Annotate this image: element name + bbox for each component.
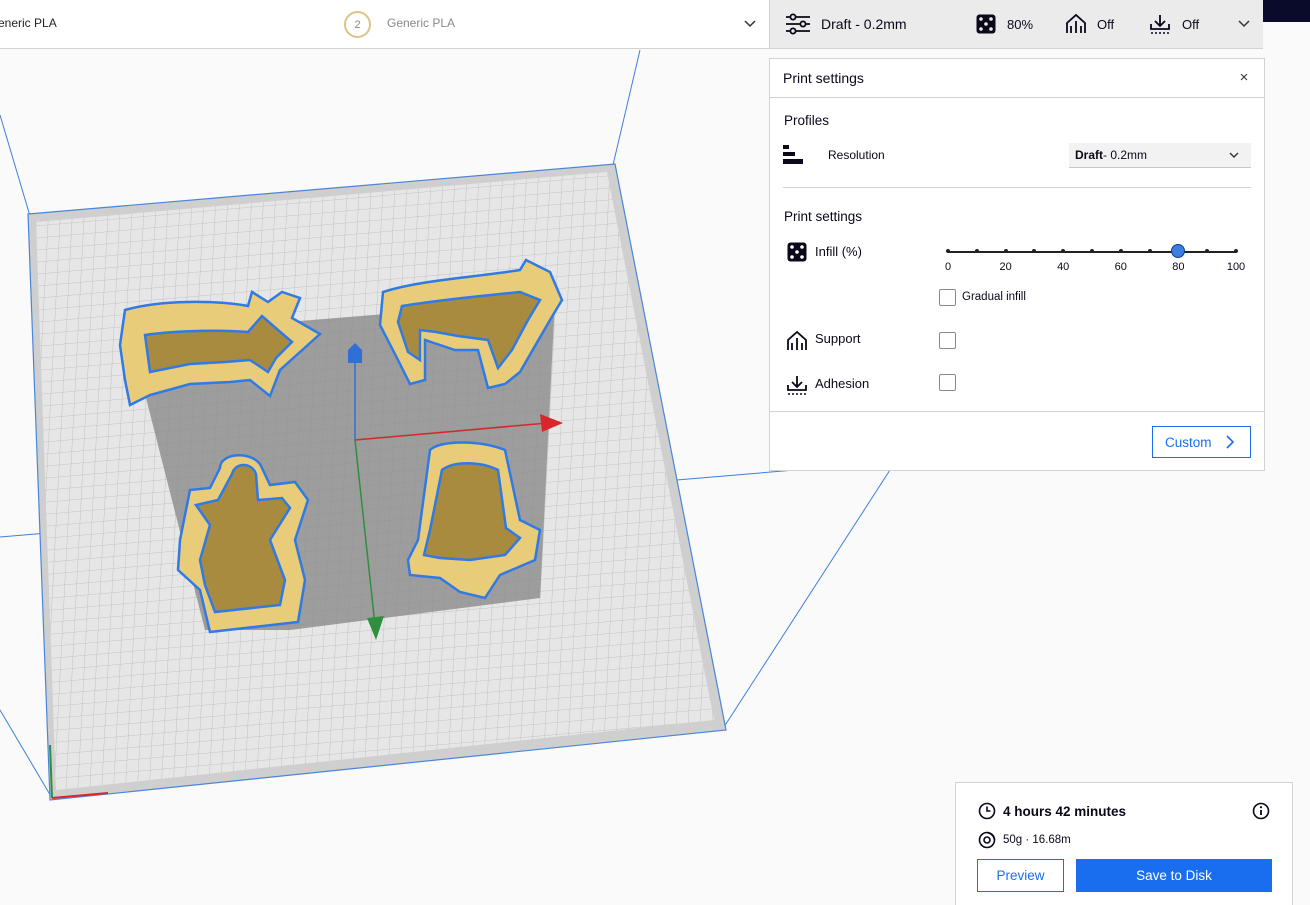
resolution-value-bold: Draft bbox=[1075, 148, 1104, 162]
slider-tick bbox=[946, 249, 950, 253]
window-corner bbox=[1263, 0, 1310, 22]
print-action-panel: 4 hours 42 minutes 50g · 16.68m Preview … bbox=[955, 782, 1293, 905]
extruder2-material: Generic PLA bbox=[387, 16, 456, 30]
resolution-value: - 0.2mm bbox=[1103, 148, 1148, 162]
clock-icon bbox=[978, 802, 996, 820]
infill-label: Infill (%) bbox=[815, 244, 862, 259]
slider-tick bbox=[1003, 249, 1008, 253]
slider-tick-label: 20 bbox=[999, 261, 1012, 273]
infill-summary[interactable]: 80% bbox=[975, 10, 1033, 38]
extruder1-material: eneric PLA bbox=[0, 16, 57, 30]
support-summary[interactable]: Off bbox=[1064, 10, 1114, 38]
slider-tick-label: 0 bbox=[944, 261, 952, 273]
divider bbox=[770, 97, 1264, 98]
infill-value: 80% bbox=[1007, 16, 1034, 32]
resolution-dropdown[interactable]: Draft - 0.2mm bbox=[1069, 143, 1251, 168]
support-icon bbox=[787, 330, 807, 350]
adhesion-summary[interactable]: Off bbox=[1148, 10, 1199, 38]
infill-slider[interactable]: 0 20 40 60 80 100 bbox=[944, 242, 1245, 273]
divider bbox=[783, 187, 1251, 188]
support-checkbox[interactable] bbox=[939, 332, 956, 349]
chevron-down-icon[interactable] bbox=[741, 14, 759, 32]
adhesion-icon bbox=[787, 376, 807, 395]
gradual-infill-checkbox[interactable] bbox=[939, 289, 956, 306]
infill-icon bbox=[787, 242, 807, 262]
profiles-heading: Profiles bbox=[784, 113, 830, 128]
print-settings-bar[interactable]: Draft - 0.2mm 80% Off Off bbox=[769, 0, 1263, 49]
extruder2-badge: 2 bbox=[344, 11, 371, 38]
sliders-icon bbox=[786, 13, 810, 35]
adhesion-label: Adhesion bbox=[815, 376, 870, 391]
slider-tick bbox=[1234, 249, 1238, 253]
profile-summary[interactable]: Draft - 0.2mm bbox=[784, 10, 907, 38]
adhesion-value: Off bbox=[1182, 16, 1200, 32]
chevron-down-icon bbox=[1229, 152, 1239, 158]
save-to-disk-button[interactable]: Save to Disk bbox=[1076, 859, 1272, 892]
slider-tick-label: 100 bbox=[1226, 261, 1246, 273]
slider-tick-label: 40 bbox=[1057, 261, 1070, 273]
chevron-down-icon[interactable] bbox=[1236, 15, 1252, 31]
resolution-icon bbox=[783, 145, 803, 164]
print-settings-panel: Print settings × Profiles Resolution Dra… bbox=[769, 58, 1265, 471]
print-time: 4 hours 42 minutes bbox=[1003, 804, 1127, 819]
adhesion-checkbox[interactable] bbox=[939, 374, 956, 391]
material-bar[interactable]: eneric PLA 2 Generic PLA bbox=[0, 0, 769, 49]
info-icon[interactable] bbox=[1252, 802, 1270, 820]
panel-title: Print settings bbox=[783, 70, 864, 86]
support-icon bbox=[1066, 13, 1086, 33]
slider-tick bbox=[1118, 249, 1123, 253]
spool-icon bbox=[978, 831, 996, 849]
slider-tick bbox=[974, 249, 979, 253]
resolution-label: Resolution bbox=[828, 148, 885, 162]
preview-button[interactable]: Preview bbox=[977, 859, 1064, 892]
divider bbox=[770, 411, 1264, 412]
custom-button[interactable]: Custom bbox=[1152, 426, 1251, 458]
slider-handle[interactable] bbox=[1171, 244, 1186, 258]
material-usage: 50g · 16.68m bbox=[1003, 834, 1071, 846]
slider-tick-label: 60 bbox=[1114, 261, 1127, 273]
profile-label: Draft - 0.2mm bbox=[821, 16, 907, 32]
support-value: Off bbox=[1097, 16, 1115, 32]
adhesion-icon bbox=[1150, 15, 1170, 34]
close-icon[interactable]: × bbox=[1236, 70, 1252, 86]
support-label: Support bbox=[815, 331, 861, 346]
slider-tick bbox=[1147, 249, 1152, 253]
slider-tick-label: 80 bbox=[1172, 261, 1185, 273]
custom-button-label: Custom bbox=[1165, 434, 1212, 450]
infill-icon bbox=[976, 14, 996, 34]
slider-tick bbox=[1090, 249, 1094, 253]
chevron-right-icon bbox=[1226, 435, 1235, 449]
print-settings-heading: Print settings bbox=[784, 209, 863, 224]
gradual-infill-label: Gradual infill bbox=[962, 291, 1026, 303]
